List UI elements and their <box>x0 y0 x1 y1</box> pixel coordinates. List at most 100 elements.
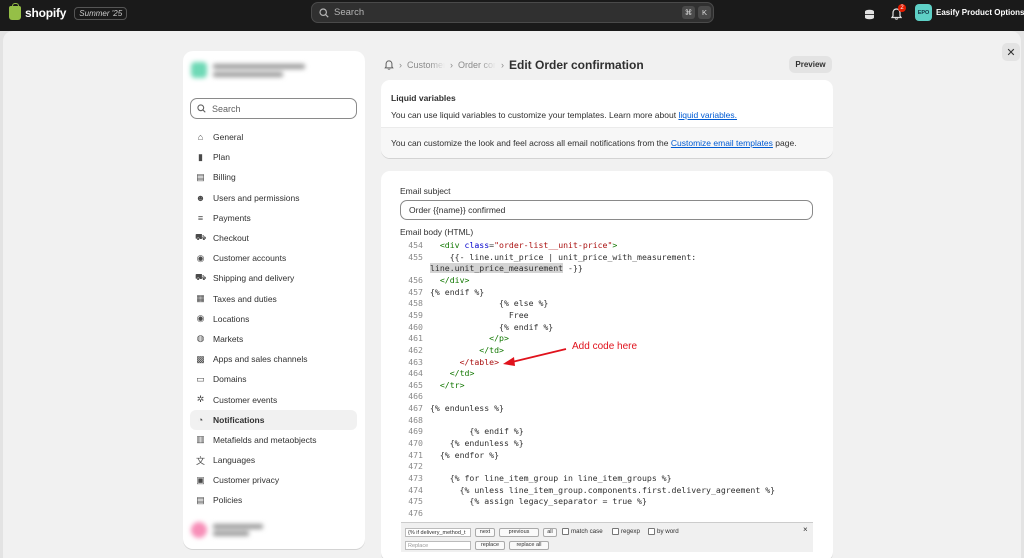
sidebar-item-markets[interactable]: ◍ Markets <box>190 329 357 349</box>
code-line[interactable]: line.unit_price_measurement -}} <box>400 262 583 274</box>
code-text: {% endif %} <box>430 426 524 437</box>
annotation-text: Add code here <box>572 341 638 352</box>
liquid-variables-link[interactable]: liquid variables. <box>678 110 737 120</box>
find-input[interactable]: {% if delivery_method_t <box>405 528 471 537</box>
code-text: {% for line_item_group in line_item_grou… <box>430 473 672 483</box>
code-line[interactable]: 454 <div class="order-list__unit-price"> <box>400 239 617 251</box>
line-number: 475 <box>408 496 423 507</box>
customize-email-templates-link[interactable]: Customize email templates <box>671 138 773 148</box>
breadcrumb-customer-notifications[interactable]: Customer notifications <box>407 60 445 70</box>
code-text: {{- line.unit_price | unit_price_with_me… <box>430 251 697 262</box>
database-icon[interactable] <box>862 7 876 21</box>
store-info-blurred[interactable] <box>191 59 309 81</box>
sidebar-item-shipping-and-delivery[interactable]: ⛟ Shipping and delivery <box>190 268 357 288</box>
line-number: 470 <box>408 438 423 449</box>
by-word-checkbox[interactable]: by word <box>648 527 679 536</box>
sidebar-item-languages[interactable]: 文 Languages <box>190 450 357 470</box>
code-line[interactable]: 470 {% endunless %} <box>400 437 523 449</box>
sidebar-item-apps-and-sales-channels[interactable]: ▩ Apps and sales channels <box>190 349 357 369</box>
email-body-editor[interactable]: 454 <div class="order-list__unit-price">… <box>400 239 813 525</box>
code-line[interactable]: 473 {% for line_item_group in line_item_… <box>400 472 672 484</box>
sidebar-item-locations[interactable]: ◉ Locations <box>190 309 357 329</box>
sidebar-item-checkout[interactable]: ⛟ Checkout <box>190 228 357 248</box>
preview-button[interactable]: Preview <box>789 56 832 73</box>
match-case-checkbox[interactable]: match case <box>562 527 603 536</box>
code-line[interactable]: 475 {% assign legacy_separator = true %} <box>400 495 647 507</box>
line-number: 471 <box>408 449 423 460</box>
code-text: {% assign legacy_separator = true %} <box>430 496 647 507</box>
email-subject-input[interactable]: Order {{name}} confirmed <box>400 200 813 220</box>
sidebar-item-domains[interactable]: ▭ Domains <box>190 369 357 389</box>
code-line[interactable]: 457 {% endif %} <box>400 286 484 298</box>
code-line[interactable]: 468 <box>400 414 430 426</box>
regexp-label: regexp <box>621 528 640 535</box>
code-line[interactable]: 456 </div> <box>400 274 469 286</box>
sidebar-item-notifications[interactable]: ◔ Notifications <box>190 409 357 430</box>
close-button[interactable]: ✕ <box>1002 43 1020 61</box>
liquid-text: You can use liquid variables to customiz… <box>391 110 737 120</box>
sidebar-item-users-and-permissions[interactable]: ☻ Users and permissions <box>190 188 357 208</box>
code-line[interactable]: 459 Free <box>400 309 528 321</box>
settings-search-input[interactable]: Search <box>190 98 357 119</box>
code-line[interactable]: 471 {% endfor %} <box>400 449 499 461</box>
replace-all-button[interactable]: replace all <box>509 541 549 550</box>
line-number: 467 <box>408 403 423 414</box>
shopify-logo[interactable]: shopify Summer '25 <box>9 3 128 20</box>
sidebar-item-customer-privacy[interactable]: ▣ Customer privacy <box>190 470 357 490</box>
code-text: </table> <box>459 356 500 367</box>
code-line[interactable]: 474 {% unless line_item_group.components… <box>400 484 775 496</box>
logo-text: shopify <box>25 6 67 20</box>
code-line[interactable]: 460 {% endif %} <box>400 321 553 333</box>
global-search-input[interactable]: Search ⌘ K <box>311 2 714 23</box>
sidebar-item-label: Shipping and delivery <box>213 273 295 284</box>
store-avatar[interactable]: EPO <box>915 4 932 21</box>
sidebar-item-policies[interactable]: ▤ Policies <box>190 490 357 510</box>
code-line[interactable]: 462 </td> <box>400 344 504 356</box>
code-line[interactable]: 463 </table> <box>400 356 499 368</box>
replace-button[interactable]: replace <box>475 541 505 550</box>
code-line[interactable]: 472 <box>400 460 430 472</box>
user-info-blurred[interactable] <box>191 521 281 539</box>
code-text: {% endif %} <box>430 286 485 297</box>
breadcrumb-order-confirmation[interactable]: Order confirmation <box>458 60 496 70</box>
sidebar-item-plan[interactable]: ▮ Plan <box>190 147 357 167</box>
code-line[interactable]: 469 {% endif %} <box>400 425 524 437</box>
regexp-checkbox[interactable]: regexp <box>612 527 640 536</box>
code-line[interactable]: 461 </p> <box>400 332 509 344</box>
sidebar-item-metafields-and-metaobjects[interactable]: ▥ Metafields and metaobjects <box>190 430 357 450</box>
code-line[interactable]: 464 </td> <box>400 367 474 379</box>
line-number: 459 <box>408 309 423 320</box>
line-number: 460 <box>408 321 423 332</box>
sidebar-item-billing[interactable]: ▤ Billing <box>190 167 357 187</box>
code-line[interactable]: 476 <box>400 507 430 519</box>
find-all-button[interactable]: all <box>543 528 557 537</box>
code-line[interactable]: 467 {% endunless %} <box>400 402 504 414</box>
sidebar-item-label: Markets <box>213 333 244 344</box>
sidebar-item-customer-events[interactable]: ✲ Customer events <box>190 389 357 409</box>
line-number: 466 <box>408 391 423 402</box>
sidebar-item-taxes-and-duties[interactable]: ▦ Taxes and duties <box>190 289 357 309</box>
apps-icon: ▩ <box>196 353 205 364</box>
person-icon: ◉ <box>196 252 205 263</box>
bell-icon[interactable] <box>384 60 394 70</box>
line-number: 461 <box>408 333 423 344</box>
sidebar-item-label: Metafields and metaobjects <box>213 434 317 445</box>
shopify-bag-icon <box>9 3 21 20</box>
line-number: 473 <box>408 473 423 483</box>
chevron-right-icon: › <box>450 60 453 70</box>
find-previous-button[interactable]: previous <box>499 528 539 537</box>
find-replace-bar: {% if delivery_method_t next previous al… <box>401 522 813 552</box>
close-find-icon[interactable]: × <box>803 525 808 534</box>
replace-input[interactable]: Replace <box>405 541 471 550</box>
store-name[interactable]: Easify Product Options <box>936 8 1024 17</box>
code-line[interactable]: 465 </tr> <box>400 379 464 391</box>
code-line[interactable]: 466 <box>400 390 430 402</box>
find-next-button[interactable]: next <box>475 528 495 537</box>
settings-sidebar: Search ⌂ General ▮ Plan ▤ Billing ☻ Users and p… <box>183 51 365 549</box>
sidebar-item-payments[interactable]: ≡ Payments <box>190 208 357 228</box>
sidebar-item-general[interactable]: ⌂ General <box>190 127 357 147</box>
code-line[interactable]: 458 {% else %} <box>400 297 548 309</box>
command-key: ⌘ <box>682 6 695 19</box>
sidebar-item-customer-accounts[interactable]: ◉ Customer accounts <box>190 248 357 268</box>
code-line[interactable]: 455 {{- line.unit_price | unit_price_wit… <box>400 251 696 263</box>
